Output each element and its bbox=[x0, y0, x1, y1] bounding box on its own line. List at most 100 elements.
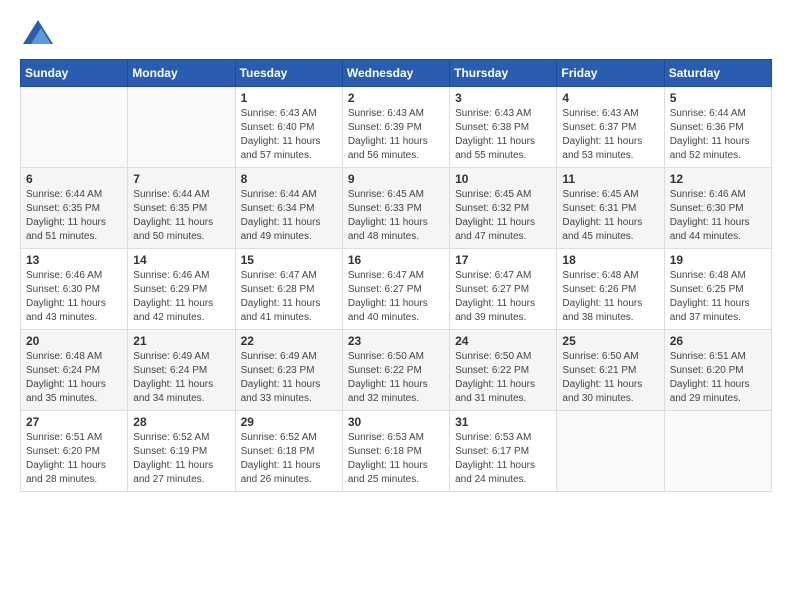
day-number: 20 bbox=[26, 334, 122, 348]
day-number: 27 bbox=[26, 415, 122, 429]
day-info: Sunrise: 6:47 AM Sunset: 6:27 PM Dayligh… bbox=[348, 269, 444, 325]
page-header bbox=[20, 20, 772, 44]
day-info: Sunrise: 6:49 AM Sunset: 6:23 PM Dayligh… bbox=[241, 350, 337, 406]
day-number: 3 bbox=[455, 91, 551, 105]
day-number: 7 bbox=[133, 172, 229, 186]
logo-icon bbox=[23, 20, 53, 44]
day-number: 28 bbox=[133, 415, 229, 429]
calendar-cell: 18Sunrise: 6:48 AM Sunset: 6:26 PM Dayli… bbox=[557, 249, 664, 330]
calendar-cell: 3 Sunrise: 6:43 AM Sunset: 6:38 PM Daylig… bbox=[450, 87, 557, 168]
day-number: 22 bbox=[241, 334, 337, 348]
calendar-cell: 16 Sunrise: 6:47 AM Sunset: 6:27 PM Dayli… bbox=[342, 249, 449, 330]
day-info: Sunrise: 6:43 AM Sunset: 6:40 PM Dayligh… bbox=[241, 107, 337, 163]
calendar-cell: 23Sunrise: 6:50 AM Sunset: 6:22 PM Dayli… bbox=[342, 330, 449, 411]
day-number: 31 bbox=[455, 415, 551, 429]
calendar-table: SundayMondayTuesdayWednesdayThursdayFrid… bbox=[20, 59, 772, 492]
calendar-week-4: 20 Sunrise: 6:48 AM Sunset: 6:24 PM Dayli… bbox=[21, 330, 772, 411]
logo bbox=[20, 20, 53, 44]
calendar-cell: 8 Sunrise: 6:44 AM Sunset: 6:34 PM Daylig… bbox=[235, 168, 342, 249]
weekday-header-monday: Monday bbox=[128, 60, 235, 87]
day-info: Sunrise: 6:48 AM Sunset: 6:26 PM Dayligh… bbox=[562, 269, 658, 325]
calendar-cell: 21 Sunrise: 6:49 AM Sunset: 6:24 PM Dayli… bbox=[128, 330, 235, 411]
day-number: 11 bbox=[562, 172, 658, 186]
day-info: Sunrise: 6:44 AM Sunset: 6:34 PM Dayligh… bbox=[241, 188, 337, 244]
calendar-cell bbox=[664, 411, 771, 492]
day-info: Sunrise: 6:52 AM Sunset: 6:19 PM Dayligh… bbox=[133, 431, 229, 487]
calendar-cell: 5 Sunrise: 6:44 AM Sunset: 6:36 PM Daylig… bbox=[664, 87, 771, 168]
day-info: Sunrise: 6:45 AM Sunset: 6:32 PM Dayligh… bbox=[455, 188, 551, 244]
calendar-cell: 4Sunrise: 6:43 AM Sunset: 6:37 PM Daylig… bbox=[557, 87, 664, 168]
calendar-cell: 24 Sunrise: 6:50 AM Sunset: 6:22 PM Dayli… bbox=[450, 330, 557, 411]
day-info: Sunrise: 6:45 AM Sunset: 6:31 PM Dayligh… bbox=[562, 188, 658, 244]
day-info: Sunrise: 6:52 AM Sunset: 6:18 PM Dayligh… bbox=[241, 431, 337, 487]
day-info: Sunrise: 6:45 AM Sunset: 6:33 PM Dayligh… bbox=[348, 188, 444, 244]
day-number: 17 bbox=[455, 253, 551, 267]
day-info: Sunrise: 6:47 AM Sunset: 6:28 PM Dayligh… bbox=[241, 269, 337, 325]
weekday-header-saturday: Saturday bbox=[664, 60, 771, 87]
day-info: Sunrise: 6:49 AM Sunset: 6:24 PM Dayligh… bbox=[133, 350, 229, 406]
calendar-week-3: 13 Sunrise: 6:46 AM Sunset: 6:30 PM Dayli… bbox=[21, 249, 772, 330]
day-number: 19 bbox=[670, 253, 766, 267]
calendar-cell bbox=[128, 87, 235, 168]
weekday-header-wednesday: Wednesday bbox=[342, 60, 449, 87]
calendar-cell: 11 Sunrise: 6:45 AM Sunset: 6:31 PM Dayli… bbox=[557, 168, 664, 249]
day-info: Sunrise: 6:50 AM Sunset: 6:22 PM Dayligh… bbox=[455, 350, 551, 406]
calendar-cell bbox=[21, 87, 128, 168]
day-number: 1 bbox=[241, 91, 337, 105]
weekday-header-sunday: Sunday bbox=[21, 60, 128, 87]
calendar-cell: 14 Sunrise: 6:46 AM Sunset: 6:29 PM Dayli… bbox=[128, 249, 235, 330]
day-info: Sunrise: 6:46 AM Sunset: 6:30 PM Dayligh… bbox=[670, 188, 766, 244]
weekday-header-tuesday: Tuesday bbox=[235, 60, 342, 87]
calendar-cell: 12Sunrise: 6:46 AM Sunset: 6:30 PM Dayli… bbox=[664, 168, 771, 249]
day-info: Sunrise: 6:43 AM Sunset: 6:37 PM Dayligh… bbox=[562, 107, 658, 163]
calendar-cell: 15 Sunrise: 6:47 AM Sunset: 6:28 PM Dayli… bbox=[235, 249, 342, 330]
day-info: Sunrise: 6:53 AM Sunset: 6:17 PM Dayligh… bbox=[455, 431, 551, 487]
day-number: 2 bbox=[348, 91, 444, 105]
day-info: Sunrise: 6:43 AM Sunset: 6:38 PM Dayligh… bbox=[455, 107, 551, 163]
calendar-cell: 9Sunrise: 6:45 AM Sunset: 6:33 PM Daylig… bbox=[342, 168, 449, 249]
day-number: 23 bbox=[348, 334, 444, 348]
day-number: 21 bbox=[133, 334, 229, 348]
weekday-header-thursday: Thursday bbox=[450, 60, 557, 87]
day-info: Sunrise: 6:51 AM Sunset: 6:20 PM Dayligh… bbox=[670, 350, 766, 406]
calendar-cell: 22 Sunrise: 6:49 AM Sunset: 6:23 PM Dayli… bbox=[235, 330, 342, 411]
day-info: Sunrise: 6:51 AM Sunset: 6:20 PM Dayligh… bbox=[26, 431, 122, 487]
day-number: 6 bbox=[26, 172, 122, 186]
day-number: 15 bbox=[241, 253, 337, 267]
day-number: 14 bbox=[133, 253, 229, 267]
weekday-header-friday: Friday bbox=[557, 60, 664, 87]
day-info: Sunrise: 6:47 AM Sunset: 6:27 PM Dayligh… bbox=[455, 269, 551, 325]
calendar-cell: 27 Sunrise: 6:51 AM Sunset: 6:20 PM Dayli… bbox=[21, 411, 128, 492]
day-info: Sunrise: 6:50 AM Sunset: 6:21 PM Dayligh… bbox=[562, 350, 658, 406]
day-info: Sunrise: 6:43 AM Sunset: 6:39 PM Dayligh… bbox=[348, 107, 444, 163]
day-info: Sunrise: 6:46 AM Sunset: 6:29 PM Dayligh… bbox=[133, 269, 229, 325]
calendar-cell: 6 Sunrise: 6:44 AM Sunset: 6:35 PM Daylig… bbox=[21, 168, 128, 249]
day-number: 16 bbox=[348, 253, 444, 267]
day-number: 24 bbox=[455, 334, 551, 348]
day-info: Sunrise: 6:46 AM Sunset: 6:30 PM Dayligh… bbox=[26, 269, 122, 325]
day-number: 29 bbox=[241, 415, 337, 429]
day-number: 8 bbox=[241, 172, 337, 186]
calendar-cell: 25Sunrise: 6:50 AM Sunset: 6:21 PM Dayli… bbox=[557, 330, 664, 411]
day-info: Sunrise: 6:44 AM Sunset: 6:35 PM Dayligh… bbox=[133, 188, 229, 244]
day-info: Sunrise: 6:53 AM Sunset: 6:18 PM Dayligh… bbox=[348, 431, 444, 487]
weekday-header-row: SundayMondayTuesdayWednesdayThursdayFrid… bbox=[21, 60, 772, 87]
day-number: 30 bbox=[348, 415, 444, 429]
calendar-cell: 10 Sunrise: 6:45 AM Sunset: 6:32 PM Dayli… bbox=[450, 168, 557, 249]
calendar-cell: 20 Sunrise: 6:48 AM Sunset: 6:24 PM Dayli… bbox=[21, 330, 128, 411]
calendar-week-5: 27 Sunrise: 6:51 AM Sunset: 6:20 PM Dayli… bbox=[21, 411, 772, 492]
calendar-cell: 7 Sunrise: 6:44 AM Sunset: 6:35 PM Daylig… bbox=[128, 168, 235, 249]
calendar-cell: 2 Sunrise: 6:43 AM Sunset: 6:39 PM Daylig… bbox=[342, 87, 449, 168]
day-info: Sunrise: 6:44 AM Sunset: 6:35 PM Dayligh… bbox=[26, 188, 122, 244]
calendar-cell: 13 Sunrise: 6:46 AM Sunset: 6:30 PM Dayli… bbox=[21, 249, 128, 330]
calendar-cell: 1 Sunrise: 6:43 AM Sunset: 6:40 PM Daylig… bbox=[235, 87, 342, 168]
calendar-week-1: 1 Sunrise: 6:43 AM Sunset: 6:40 PM Daylig… bbox=[21, 87, 772, 168]
calendar-cell: 19Sunrise: 6:48 AM Sunset: 6:25 PM Dayli… bbox=[664, 249, 771, 330]
day-number: 13 bbox=[26, 253, 122, 267]
calendar-cell bbox=[557, 411, 664, 492]
day-info: Sunrise: 6:44 AM Sunset: 6:36 PM Dayligh… bbox=[670, 107, 766, 163]
day-info: Sunrise: 6:48 AM Sunset: 6:24 PM Dayligh… bbox=[26, 350, 122, 406]
day-number: 5 bbox=[670, 91, 766, 105]
day-number: 10 bbox=[455, 172, 551, 186]
calendar-cell: 29 Sunrise: 6:52 AM Sunset: 6:18 PM Dayli… bbox=[235, 411, 342, 492]
